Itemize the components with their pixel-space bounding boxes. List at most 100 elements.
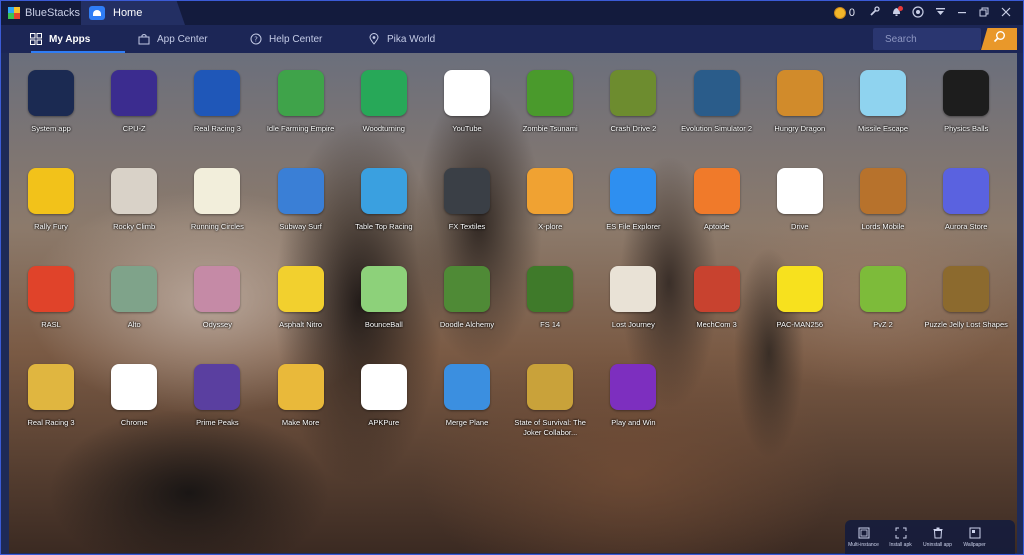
idle-farming-empire-icon	[277, 70, 324, 116]
install-apk-button[interactable]: Install apk	[882, 520, 919, 554]
woodturning-icon	[360, 70, 407, 116]
app-tile[interactable]: Lords Mobile	[841, 151, 925, 247]
app-tile[interactable]: Lost Journey	[591, 249, 675, 345]
app-tile[interactable]: RASL	[9, 249, 93, 345]
app-tile[interactable]: APKPure	[342, 347, 426, 443]
app-label: Real Racing 3	[27, 418, 75, 427]
uninstall-app-button[interactable]: Uninstall app	[919, 520, 956, 554]
app-tile[interactable]: Play and Win	[591, 347, 675, 443]
tab-my-apps[interactable]: My Apps	[21, 25, 129, 53]
key-mapping-button[interactable]	[863, 1, 885, 25]
app-tile[interactable]: Idle Farming Empire	[259, 53, 343, 149]
wallpaper-button[interactable]: Wallpaper	[956, 520, 993, 554]
tab-help-center[interactable]: ? Help Center	[241, 25, 359, 53]
app-label: Puzzle Jelly Lost Shapes	[924, 320, 1008, 329]
app-label: Zombie Tsunami	[522, 124, 578, 133]
app-tile[interactable]: Alto	[92, 249, 176, 345]
rally-fury-icon	[28, 168, 74, 214]
app-tile[interactable]: Doodle Alchemy	[425, 249, 509, 345]
search-icon	[993, 30, 1006, 48]
app-tile[interactable]: X-plore	[508, 151, 592, 247]
app-tile[interactable]: Crash Drive 2	[591, 53, 675, 149]
fs-14-icon	[527, 266, 574, 312]
app-tile[interactable]: Real Racing 3	[9, 347, 93, 443]
app-tile[interactable]: PvZ 2	[841, 249, 925, 345]
app-label: Lost Journey	[611, 320, 655, 329]
grid-icon	[29, 32, 43, 46]
tab-help-center-label: Help Center	[269, 33, 323, 45]
tab-home-label: Home	[113, 7, 143, 19]
app-label: Merge Plane	[445, 418, 489, 427]
app-tile[interactable]: Aptoide	[675, 151, 759, 247]
app-tile[interactable]: Evolution Simulator 2	[675, 53, 759, 149]
multi-instance-button[interactable]: Multi-instance	[845, 520, 882, 554]
app-tile[interactable]: Table Top Racing	[342, 151, 426, 247]
app-label: Crash Drive 2	[610, 124, 657, 133]
app-tile[interactable]: Physics Balls	[924, 53, 1008, 149]
app-tile[interactable]: Rocky Climb	[92, 151, 176, 247]
apkpure-icon	[360, 364, 407, 410]
app-tile[interactable]: State of Survival: The Joker Collabor...	[508, 347, 592, 443]
app-tile[interactable]: FX Textiles	[425, 151, 509, 247]
aurora-store-icon	[943, 168, 990, 214]
app-tile[interactable]: Odyssey	[175, 249, 259, 345]
real-racing-3-icon	[194, 70, 241, 116]
app-tile[interactable]: Chrome	[92, 347, 176, 443]
tab-home[interactable]: Home	[81, 1, 185, 25]
coins-badge[interactable]: 0	[833, 7, 855, 19]
app-label: Alto	[127, 320, 141, 329]
odyssey-icon	[194, 266, 241, 312]
app-tile[interactable]: Real Racing 3	[175, 53, 259, 149]
fx-textiles-icon	[444, 168, 490, 214]
home-icon	[89, 6, 105, 20]
install-apk-icon	[894, 526, 907, 539]
lost-journey-icon	[610, 266, 657, 312]
app-tile[interactable]: Drive	[758, 151, 842, 247]
app-tile[interactable]: YouTube	[425, 53, 509, 149]
app-tile[interactable]: Rally Fury	[9, 151, 93, 247]
minimize-button[interactable]	[951, 1, 973, 25]
notifications-button[interactable]	[885, 1, 907, 25]
app-tile[interactable]: System app	[9, 53, 93, 149]
app-tile[interactable]: ES File Explorer	[591, 151, 675, 247]
app-tile[interactable]: Puzzle Jelly Lost Shapes	[924, 249, 1008, 345]
app-tile[interactable]: BounceBall	[342, 249, 426, 345]
menu-button[interactable]	[929, 1, 951, 25]
app-label: Drive	[791, 222, 809, 231]
multi-instance-icon	[857, 526, 870, 539]
tab-pika-world[interactable]: Pika World	[359, 25, 473, 53]
search-input[interactable]: Search	[873, 28, 981, 50]
app-tile[interactable]: Missile Escape	[841, 53, 925, 149]
app-tile[interactable]: Zombie Tsunami	[508, 53, 592, 149]
app-label: Aptoide	[703, 222, 730, 231]
app-tile[interactable]: Asphalt Nitro	[259, 249, 343, 345]
app-tile[interactable]: Make More	[259, 347, 343, 443]
app-tile[interactable]: MechCom 3	[675, 249, 759, 345]
app-tile[interactable]: Aurora Store	[924, 151, 1008, 247]
restore-button[interactable]	[973, 1, 995, 25]
app-tile[interactable]: PAC-MAN256	[758, 249, 842, 345]
account-button[interactable]	[907, 1, 929, 25]
question-icon: ?	[249, 32, 263, 46]
state-of-survival-icon	[527, 364, 574, 410]
app-tile[interactable]: CPU-Z	[92, 53, 176, 149]
app-tile[interactable]: Woodturning	[342, 53, 426, 149]
app-label: BounceBall	[364, 320, 403, 329]
app-label: APKPure	[368, 418, 400, 427]
tab-app-center-label: App Center	[157, 33, 208, 45]
notification-dot	[898, 6, 903, 11]
rocky-climb-icon	[111, 168, 158, 214]
app-tile[interactable]: Running Circles	[175, 151, 259, 247]
close-button[interactable]	[995, 1, 1017, 25]
tab-app-center[interactable]: App Center	[129, 25, 241, 53]
es-file-explorer-icon	[610, 168, 657, 214]
prime-peaks-icon	[194, 364, 241, 410]
pac-man256-icon	[776, 266, 823, 312]
app-tile[interactable]: Prime Peaks	[175, 347, 259, 443]
app-tile[interactable]: Hungry Dragon	[758, 53, 842, 149]
missile-escape-icon	[860, 70, 906, 116]
app-tile[interactable]: FS 14	[508, 249, 592, 345]
app-tile[interactable]: Merge Plane	[425, 347, 509, 443]
app-tile[interactable]: Subway Surf	[259, 151, 343, 247]
lords-mobile-icon	[860, 168, 906, 214]
